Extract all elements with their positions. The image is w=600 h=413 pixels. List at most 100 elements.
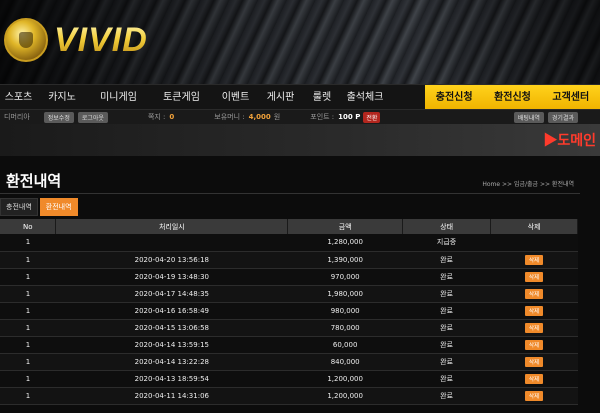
- column-header: 처리일시: [55, 219, 289, 234]
- bet-history-button[interactable]: 배팅내역: [513, 111, 544, 123]
- cell-no: 1: [0, 268, 56, 286]
- logo-text: VIVID: [54, 20, 148, 59]
- cell-amount: 1,280,000: [287, 234, 403, 252]
- nav-item-5[interactable]: 게시판: [258, 85, 303, 111]
- cell-date: 2020-04-11 14:31:06: [55, 387, 288, 405]
- domain-banner: ▶도메인: [0, 124, 600, 156]
- withdrawal-history-table: No 처리일시 금액 상태 삭제 1 1,280,000 지급중 1 2020-04-20 13…: [0, 219, 578, 405]
- nav-item-6[interactable]: 룰렛: [303, 85, 341, 111]
- cell-status: 완료: [402, 285, 491, 303]
- sub-tabs: 충전내역 환전내역: [0, 198, 80, 216]
- main-nav: 스포츠 카지노 미니게임 토큰게임 이벤트 게시판 룰렛 출석체크 충전신청 환전신청 고객센터: [0, 84, 600, 110]
- column-header: 상태: [402, 219, 492, 234]
- nav-item-right-2[interactable]: 고객센터: [542, 85, 600, 111]
- nav-item-right-1[interactable]: 환전신청: [483, 85, 541, 111]
- logo[interactable]: VIVID: [4, 18, 148, 62]
- cell-status: 완료: [402, 353, 491, 371]
- cell-delete: 삭제: [490, 387, 578, 405]
- table-row: 1 2020-04-13 18:59:54 1,200,000 완료 삭제: [0, 370, 578, 388]
- cell-status: 완료: [402, 336, 491, 354]
- laurel-emblem-icon: [4, 18, 48, 62]
- cell-no: 1: [0, 387, 56, 405]
- cell-delete: 삭제: [490, 285, 578, 303]
- domain-link[interactable]: ▶도메인: [543, 130, 596, 150]
- tab-withdrawal-history[interactable]: 환전내역: [39, 198, 78, 216]
- cell-status: 완료: [402, 268, 491, 286]
- cell-amount: 970,000: [287, 268, 403, 286]
- cell-delete: 삭제: [490, 336, 578, 354]
- table-row: 1 2020-04-11 14:31:06 1,200,000 완료 삭제: [0, 387, 578, 405]
- table-row: 1 2020-04-20 13:56:18 1,390,000 완료 삭제: [0, 251, 578, 269]
- edit-info-button[interactable]: 정보수정: [43, 111, 74, 123]
- cell-status: 완료: [402, 319, 491, 337]
- balance-value: 4,000: [248, 113, 271, 121]
- cell-no: 1: [0, 234, 56, 252]
- delete-button[interactable]: 삭제: [524, 271, 544, 282]
- tab-deposit-history[interactable]: 충전내역: [0, 198, 38, 216]
- point-convert-button[interactable]: 전환: [363, 111, 381, 123]
- delete-button[interactable]: 삭제: [524, 373, 544, 384]
- cell-date: [55, 234, 288, 252]
- cell-status: 완료: [402, 387, 491, 405]
- delete-button[interactable]: 삭제: [524, 390, 544, 401]
- cell-status: 완료: [402, 370, 491, 388]
- cell-delete: [490, 234, 578, 252]
- nav-item-right-0[interactable]: 충전신청: [425, 85, 483, 111]
- logout-button[interactable]: 로그아웃: [77, 111, 108, 123]
- breadcrumb: Home >> 입금/출금 >> 환전내역: [482, 181, 574, 188]
- column-header: 금액: [287, 219, 404, 234]
- cell-amount: 1,980,000: [287, 285, 403, 303]
- title-divider: [0, 193, 580, 194]
- cell-no: 1: [0, 319, 56, 337]
- cell-no: 1: [0, 251, 56, 269]
- nav-item-7[interactable]: 출석체크: [341, 85, 389, 111]
- nav-item-1[interactable]: 카지노: [37, 85, 87, 111]
- nav-item-4[interactable]: 이벤트: [213, 85, 258, 111]
- column-header: 삭제: [490, 219, 578, 234]
- cell-date: 2020-04-14 13:22:28: [55, 353, 288, 371]
- cell-date: 2020-04-17 14:48:35: [55, 285, 288, 303]
- cell-amount: 780,000: [287, 319, 403, 337]
- cell-date: 2020-04-16 16:58:49: [55, 302, 288, 320]
- game-results-button[interactable]: 경기결과: [547, 111, 578, 123]
- cell-amount: 1,200,000: [287, 387, 403, 405]
- cell-amount: 1,390,000: [287, 251, 403, 269]
- nav-item-3[interactable]: 토큰게임: [150, 85, 213, 111]
- column-header: No: [0, 219, 57, 234]
- table-row: 1 1,280,000 지급중: [0, 234, 578, 252]
- cell-status: 지급중: [402, 234, 491, 252]
- cell-amount: 1,200,000: [287, 370, 403, 388]
- delete-button[interactable]: 삭제: [524, 339, 544, 350]
- delete-button[interactable]: 삭제: [524, 322, 544, 333]
- page-title: 환전내역: [6, 172, 62, 190]
- delete-button[interactable]: 삭제: [524, 254, 544, 265]
- nav-item-2[interactable]: 미니게임: [87, 85, 150, 111]
- letter-label[interactable]: 쪽지 :: [148, 112, 165, 122]
- table-row: 1 2020-04-15 13:06:58 780,000 완료 삭제: [0, 319, 578, 337]
- table-row: 1 2020-04-17 14:48:35 1,980,000 완료 삭제: [0, 285, 578, 303]
- cell-no: 1: [0, 336, 56, 354]
- table-row: 1 2020-04-14 13:59:15 60,000 완료 삭제: [0, 336, 578, 354]
- cell-amount: 980,000: [287, 302, 403, 320]
- username: 디머리아: [4, 113, 30, 121]
- cell-delete: 삭제: [490, 353, 578, 371]
- cell-delete: 삭제: [490, 319, 578, 337]
- cell-date: 2020-04-14 13:59:15: [55, 336, 288, 354]
- delete-button[interactable]: 삭제: [524, 356, 544, 367]
- letter-count[interactable]: 0: [169, 113, 174, 121]
- delete-button[interactable]: 삭제: [524, 288, 544, 299]
- cell-no: 1: [0, 302, 56, 320]
- cell-amount: 60,000: [287, 336, 403, 354]
- cell-date: 2020-04-20 13:56:18: [55, 251, 288, 269]
- nav-item-0[interactable]: 스포츠: [0, 85, 37, 111]
- cell-delete: 삭제: [490, 302, 578, 320]
- cell-no: 1: [0, 370, 56, 388]
- cell-status: 완료: [402, 251, 491, 269]
- cell-date: 2020-04-19 13:48:30: [55, 268, 288, 286]
- cell-date: 2020-04-15 13:06:58: [55, 319, 288, 337]
- point-value: 100 P: [338, 113, 361, 121]
- delete-button[interactable]: 삭제: [524, 305, 544, 316]
- cell-delete: 삭제: [490, 268, 578, 286]
- balance-unit: 원: [273, 113, 281, 121]
- cell-delete: 삭제: [490, 370, 578, 388]
